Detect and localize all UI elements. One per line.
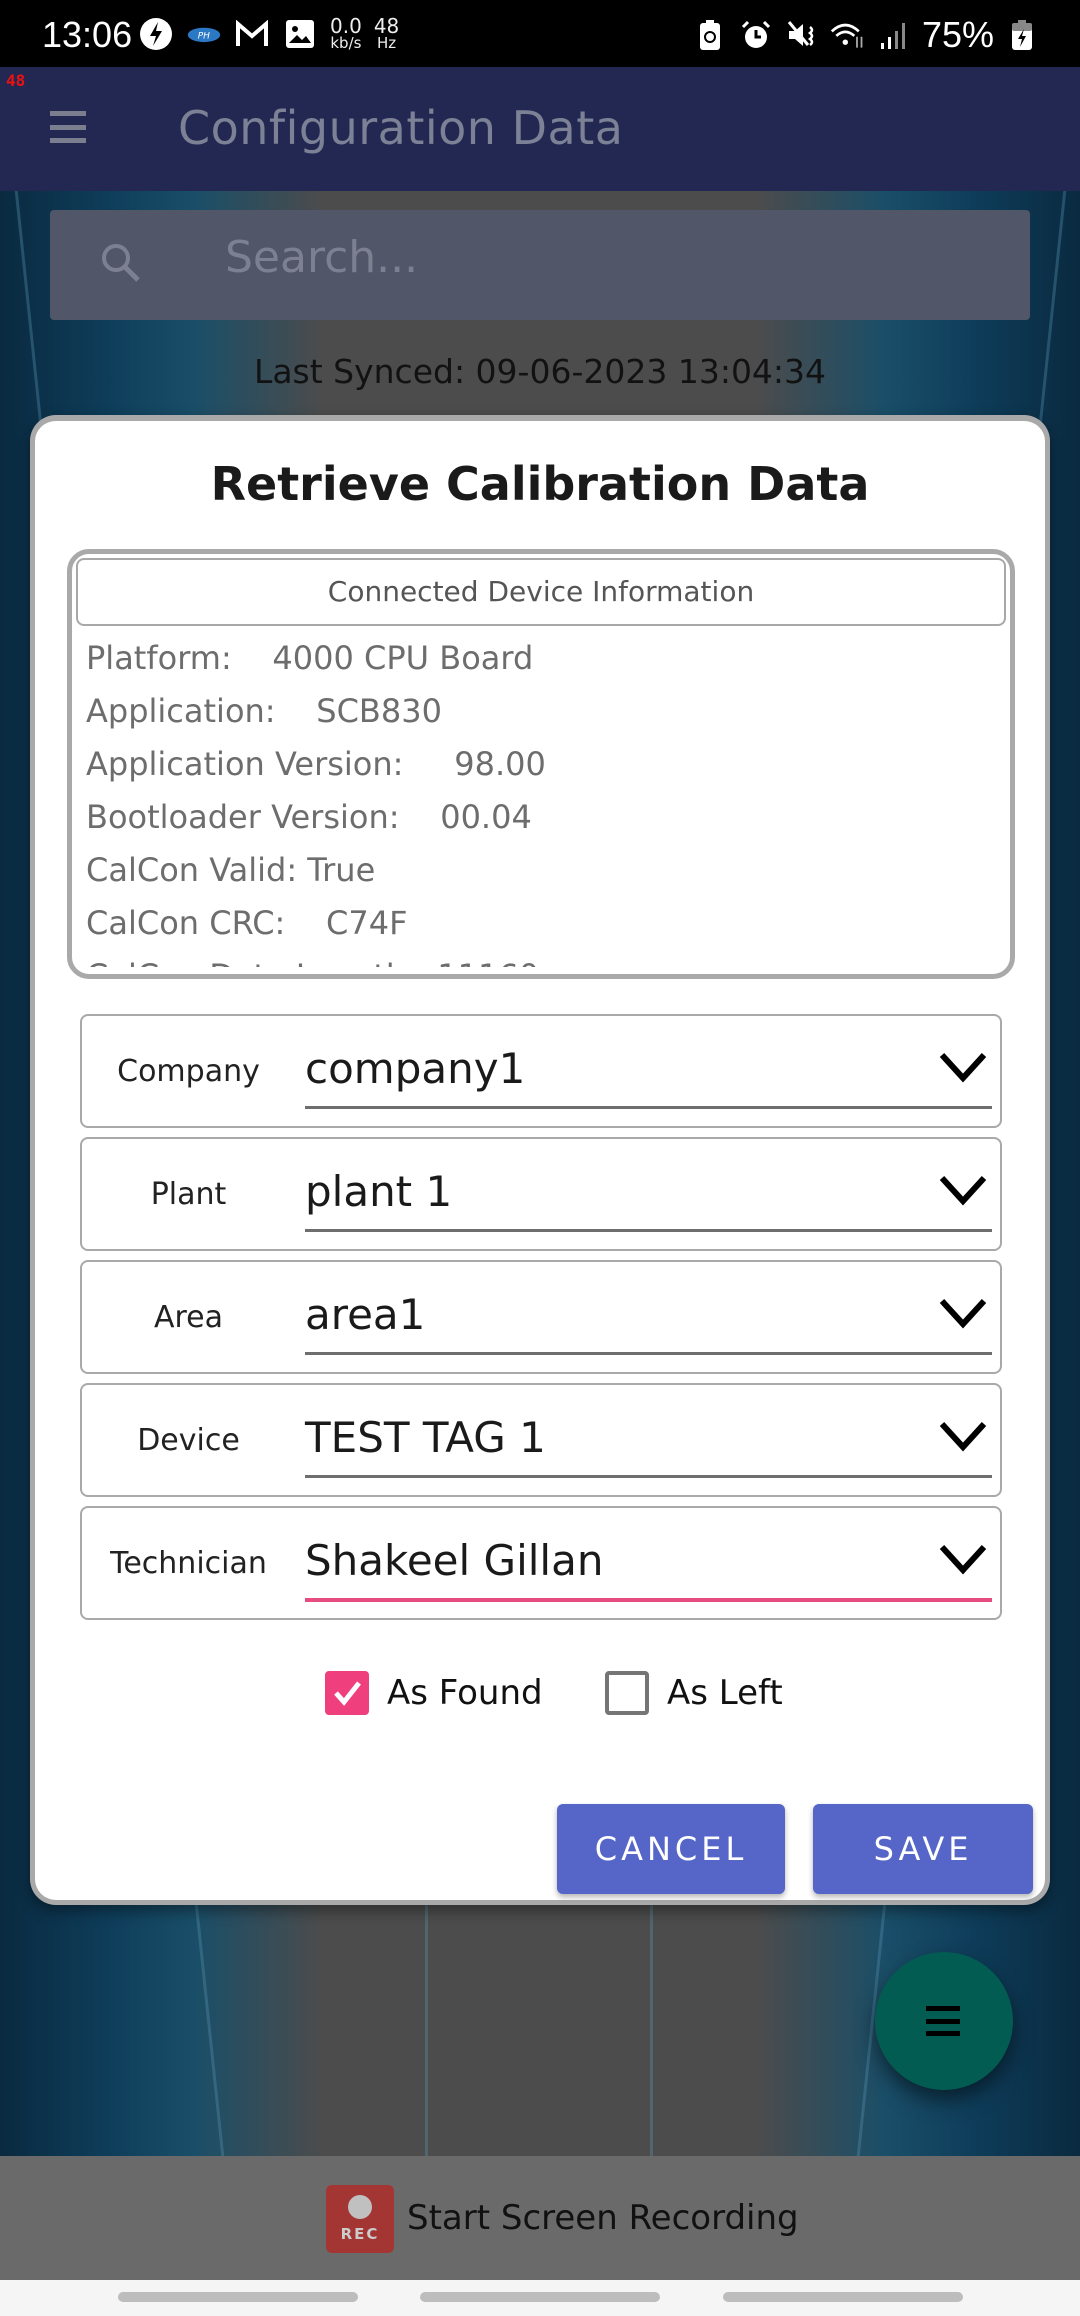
battery-percent: 75% [921,14,994,55]
menu-icon[interactable] [50,111,86,143]
field-underline [305,1106,992,1109]
device-info-application: Application: SCB830 [86,692,442,730]
nav-recent-button[interactable] [118,2292,358,2302]
device-info-list[interactable]: Platform: 4000 CPU Board Application: SC… [86,632,1000,967]
field-underline [305,1475,992,1478]
device-info-header: Connected Device Information [76,558,1006,626]
battery-recycle-icon [692,17,728,53]
power-saver-icon [138,16,174,52]
as-left-label: As Left [667,1673,783,1713]
chevron-down-icon[interactable] [938,1542,988,1576]
status-icons-right: 75% [692,14,1040,56]
net-speed-unit: kb/s [330,34,362,52]
mute-icon [784,17,820,53]
area-value[interactable]: area1 [305,1290,425,1339]
search-icon [102,244,140,282]
technician-dropdown[interactable]: Technician Shakeel Gillan [80,1506,1002,1620]
field-underline [305,1229,992,1232]
refresh-unit: Hz [376,34,397,52]
fps-counter: 48 [6,71,26,90]
as-found-checkbox[interactable]: As Found [325,1671,543,1715]
checkbox-unchecked[interactable] [605,1671,649,1715]
device-info-bootloader-version: Bootloader Version: 00.04 [86,798,532,836]
gmail-icon [234,16,270,52]
area-label: Area [153,1300,224,1335]
svg-text:PH: PH [198,32,210,42]
alarm-icon [738,17,774,53]
field-underline-active [305,1598,992,1602]
plant-label: Plant [150,1177,227,1212]
plant-value[interactable]: plant 1 [305,1167,452,1216]
app-bar: 48 Configuration Data [0,67,1080,191]
device-info-calcon-length: CalCon Data Length: 11160 [86,950,1000,967]
company-label: Company [117,1054,260,1089]
status-icons-left: PH 0.0 kb/s 48 Hz [138,16,399,52]
plant-dropdown[interactable]: Plant plant 1 [80,1137,1002,1251]
nav-home-button[interactable] [420,2292,660,2302]
device-label: Device [137,1423,240,1458]
page-title: Configuration Data [178,101,624,155]
signal-icon [876,17,912,53]
nav-back-button[interactable] [723,2292,963,2302]
retrieve-calibration-dialog: Retrieve Calibration Data Connected Devi… [30,415,1050,1905]
check-icon [334,1681,361,1706]
technician-value[interactable]: Shakeel Gillan [305,1536,603,1585]
app-notification-icon: PH [186,16,222,52]
bg-decor-line [425,1891,428,2156]
record-icon[interactable]: REC [326,2185,394,2253]
refresh-rate: 48 Hz [373,14,400,52]
area-dropdown[interactable]: Area area1 [80,1260,1002,1374]
navigation-bar [0,2280,1080,2316]
dialog-title: Retrieve Calibration Data [210,457,870,511]
as-found-label: As Found [387,1673,543,1713]
refresh-value: 48 [373,14,400,38]
wifi-icon [830,17,866,53]
battery-charging-icon [1004,17,1040,53]
last-synced-text: Last Synced: 09-06-2023 13:04:34 [253,352,827,391]
as-left-checkbox[interactable]: As Left [605,1671,783,1715]
status-time: 13:06 [42,14,133,55]
device-info-calcon-crc: CalCon CRC: C74F [86,904,408,942]
device-info-platform: Platform: 4000 CPU Board [86,639,534,677]
company-value[interactable]: company1 [305,1044,525,1093]
search-bar[interactable] [50,210,1030,320]
save-button[interactable]: SAVE [813,1804,1033,1894]
chevron-down-icon[interactable] [938,1050,988,1084]
start-screen-recording-label[interactable]: Start Screen Recording [407,2198,799,2238]
cancel-button[interactable]: CANCEL [557,1804,785,1894]
device-dropdown[interactable]: Device TEST TAG 1 [80,1383,1002,1497]
chevron-down-icon[interactable] [938,1296,988,1330]
status-bar: 13:06 PH 0.0 kb/s 48 Hz 75% [0,0,1080,67]
search-input[interactable]: Search... [225,232,418,283]
company-dropdown[interactable]: Company company1 [80,1014,1002,1128]
field-underline [305,1352,992,1355]
chevron-down-icon[interactable] [938,1173,988,1207]
bg-decor-line [650,1891,653,2156]
device-value[interactable]: TEST TAG 1 [305,1413,546,1462]
network-speed: 0.0 kb/s [330,14,362,52]
device-info-card[interactable]: Connected Device Information Platform: 4… [67,549,1015,979]
checkbox-checked[interactable] [325,1671,369,1715]
fab-menu-button[interactable] [875,1952,1013,2090]
gallery-icon [282,16,318,52]
device-info-calcon-valid: CalCon Valid: True [86,851,376,889]
net-speed-value: 0.0 [330,14,362,38]
chevron-down-icon[interactable] [938,1419,988,1453]
device-info-app-version: Application Version: 98.00 [86,745,546,783]
record-icon-text: REC [340,2225,380,2243]
menu-icon [926,2006,960,2036]
technician-label: Technician [110,1546,267,1581]
